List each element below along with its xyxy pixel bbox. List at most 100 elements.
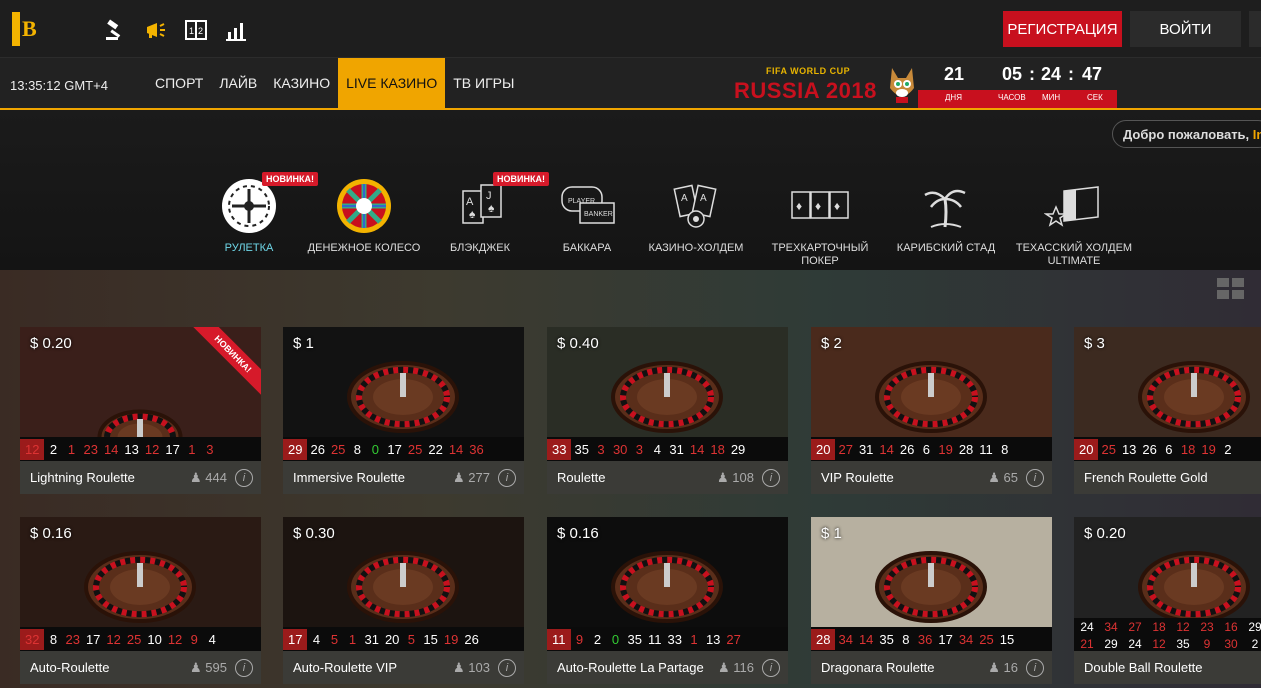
result-number: 21 — [1080, 637, 1094, 651]
info-icon[interactable]: i — [762, 658, 780, 677]
result-number: 27 — [1128, 620, 1142, 634]
category-label: БАККАРА — [562, 242, 612, 254]
game-name[interactable]: Dragonara Roulette — [821, 660, 934, 675]
game-card[interactable]: $ 0.20 НОВИНКА! 12 2 1 23 14 13 12 17 1 3 Lightning… — [20, 327, 261, 494]
result-number: 12 — [20, 438, 45, 460]
result-number: 30 — [612, 441, 628, 457]
game-card[interactable]: $ 0.40 33 35 3 30 3 4 31 14 18 29 Roulette ♟ 108 i — [547, 327, 788, 494]
game-card[interactable]: $ 1 28 34 14 35 8 36 17 34 25 15 Dragonara Roulett… — [811, 517, 1052, 684]
game-name[interactable]: French Roulette Gold — [1084, 470, 1208, 485]
result-number: 5 — [330, 631, 339, 647]
svg-text:1: 1 — [189, 26, 194, 36]
category-texas-holdem-ultimate[interactable]: ТЕХАССКИЙ ХОЛДЕМ ULTIMATE — [1012, 178, 1136, 268]
game-thumbnail[interactable]: $ 1 — [283, 327, 524, 437]
game-card[interactable]: $ 0.16 32 8 23 17 12 25 10 12 9 4 Auto-Roulette ♟ 5… — [20, 517, 261, 684]
person-icon: ♟ — [453, 469, 469, 485]
result-number: 9 — [1203, 637, 1211, 651]
results-strip: 20 25 13 26 6 18 19 2 — [1074, 437, 1261, 461]
info-icon[interactable]: i — [498, 468, 516, 487]
game-thumbnail[interactable]: $ 1 — [811, 517, 1052, 627]
megaphone-icon[interactable] — [144, 18, 168, 42]
game-name[interactable]: Roulette — [557, 470, 605, 485]
category-roulette[interactable]: РУЛЕТКА — [218, 178, 280, 255]
result-number: 12 — [1152, 637, 1166, 651]
game-card[interactable]: $ 2 20 27 31 14 26 6 19 28 11 8 VIP Roulette ♟ 65 i — [811, 327, 1052, 494]
category-three-card-poker[interactable]: ♦ ♦ ♦ ТРЕХКАРТОЧНЫЙ ПОКЕР — [752, 178, 888, 268]
result-number: 29 — [1248, 620, 1261, 634]
auction-icon[interactable] — [104, 18, 128, 42]
site-logo[interactable]: B — [12, 11, 46, 47]
result-number: 14 — [689, 441, 705, 457]
info-icon[interactable]: i — [762, 468, 780, 487]
main-nav: СПОРТ ЛАЙВ КАЗИНО LIVE КАЗИНО ТВ ИГРЫ — [147, 58, 522, 108]
result-number: 31 — [669, 441, 684, 457]
countdown-hours: 05 — [1002, 64, 1023, 84]
person-icon: ♟ — [717, 659, 734, 675]
player-count: ♟ 65 — [988, 470, 1018, 486]
info-icon[interactable]: i — [1026, 468, 1044, 487]
game-footer: Immersive Roulette ♟ 277 i — [283, 461, 524, 494]
game-name[interactable]: Lightning Roulette — [30, 470, 135, 485]
category-baccarat[interactable]: PLAYER BANKER БАККАРА — [556, 178, 618, 255]
game-thumbnail[interactable]: $ 0.16 — [547, 517, 788, 627]
result-number: 26 — [899, 441, 915, 457]
register-button[interactable]: РЕГИСТРАЦИЯ — [1003, 11, 1122, 47]
world-cup-countdown[interactable]: FIFA WORLD CUP RUSSIA 2018 21 05 : 24 : … — [732, 62, 1117, 108]
game-thumbnail[interactable]: $ 0.40 — [547, 327, 788, 437]
game-name[interactable]: Auto-Roulette VIP — [293, 660, 397, 675]
stats-icon[interactable] — [224, 18, 248, 42]
info-icon[interactable]: i — [1026, 658, 1044, 677]
category-casino-holdem[interactable]: AA КАЗИНО-ХОЛДЕМ — [646, 178, 746, 255]
min-bet: $ 0.20 — [30, 335, 72, 352]
game-card[interactable]: $ 1 29 26 25 8 0 17 25 22 14 36 Immersive Roulette… — [283, 327, 524, 494]
result-number: 24 — [1080, 620, 1094, 634]
svg-text:2: 2 — [198, 26, 203, 36]
category-label: РУЛЕТКА — [224, 242, 274, 254]
game-card[interactable]: $ 0.30 17 4 5 1 31 20 5 15 19 26 Auto-Roulette VIP… — [283, 517, 524, 684]
scoreboard-icon[interactable]: 12 — [184, 18, 208, 42]
result-number: 33 — [547, 438, 572, 460]
login-button[interactable]: ВОЙТИ — [1130, 11, 1241, 47]
player-count: ♟ 108 — [717, 470, 754, 486]
category-money-wheel[interactable]: ДЕНЕЖНОЕ КОЛЕСО — [306, 178, 422, 255]
result-number: 0 — [611, 631, 620, 647]
nav-tv-games[interactable]: ТВ ИГРЫ — [445, 58, 522, 108]
info-icon[interactable]: i — [235, 468, 253, 487]
nav-live[interactable]: ЛАЙВ — [211, 58, 265, 108]
nav-casino[interactable]: КАЗИНО — [265, 58, 338, 108]
game-thumbnail[interactable]: $ 0.16 — [20, 517, 261, 627]
info-icon[interactable]: i — [498, 658, 516, 677]
game-footer: Dragonara Roulette ♟ 16 i — [811, 651, 1052, 684]
result-number: 12 — [106, 631, 121, 647]
svg-text:BANKER: BANKER — [584, 211, 613, 218]
category-blackjack[interactable]: A ♠ J ♠ БЛЭКДЖЕК — [448, 178, 512, 255]
game-thumbnail[interactable]: $ 0.20 — [1074, 517, 1261, 627]
game-name[interactable]: Auto-Roulette La Partage — [557, 660, 704, 675]
game-name[interactable]: Auto-Roulette — [30, 660, 110, 675]
game-card[interactable]: $ 0.16 11 9 2 0 35 11 33 1 13 27 Auto-Roulette La … — [547, 517, 788, 684]
category-bar: РУЛЕТКА НОВИНКА! ДЕНЕЖНОЕ КОЛЕСО A ♠ J ♠ БЛ… — [0, 110, 1261, 270]
game-card[interactable]: $ 0.20 24 34 27 18 12 23 16 29 21 29 24 12 35 9 30 2 Dou… — [1074, 517, 1261, 684]
category-caribbean-stud[interactable]: КАРИБСКИЙ СТАД — [894, 178, 998, 255]
game-thumbnail[interactable]: $ 0.20 НОВИНКА! — [20, 327, 261, 437]
result-number: 24 — [1128, 637, 1142, 651]
game-thumbnail[interactable]: $ 2 — [811, 327, 1052, 437]
result-number: 25 — [1101, 441, 1116, 457]
game-thumbnail[interactable]: $ 0.30 — [283, 517, 524, 627]
game-name[interactable]: Immersive Roulette — [293, 470, 405, 485]
game-thumbnail[interactable]: $ 3 — [1074, 327, 1261, 437]
game-name[interactable]: VIP Roulette — [821, 470, 894, 485]
svg-text:♦: ♦ — [796, 199, 802, 213]
result-number: 5 — [407, 631, 416, 647]
nav-sport[interactable]: СПОРТ — [147, 58, 211, 108]
game-card[interactable]: $ 3 20 25 13 26 6 18 19 2 French Roulette Gold — [1074, 327, 1261, 494]
hours-label: ЧАСОВ — [998, 93, 1026, 102]
game-name[interactable]: Double Ball Roulette — [1084, 660, 1203, 675]
grid-view-toggle[interactable] — [1217, 278, 1245, 300]
nav-live-casino[interactable]: LIVE КАЗИНО — [338, 58, 446, 108]
player-count: ♟ 595 — [190, 660, 227, 676]
seconds-label: СЕК — [1087, 93, 1103, 102]
result-number: 31 — [364, 631, 379, 647]
info-icon[interactable]: i — [235, 658, 253, 677]
language-button[interactable] — [1249, 11, 1261, 47]
